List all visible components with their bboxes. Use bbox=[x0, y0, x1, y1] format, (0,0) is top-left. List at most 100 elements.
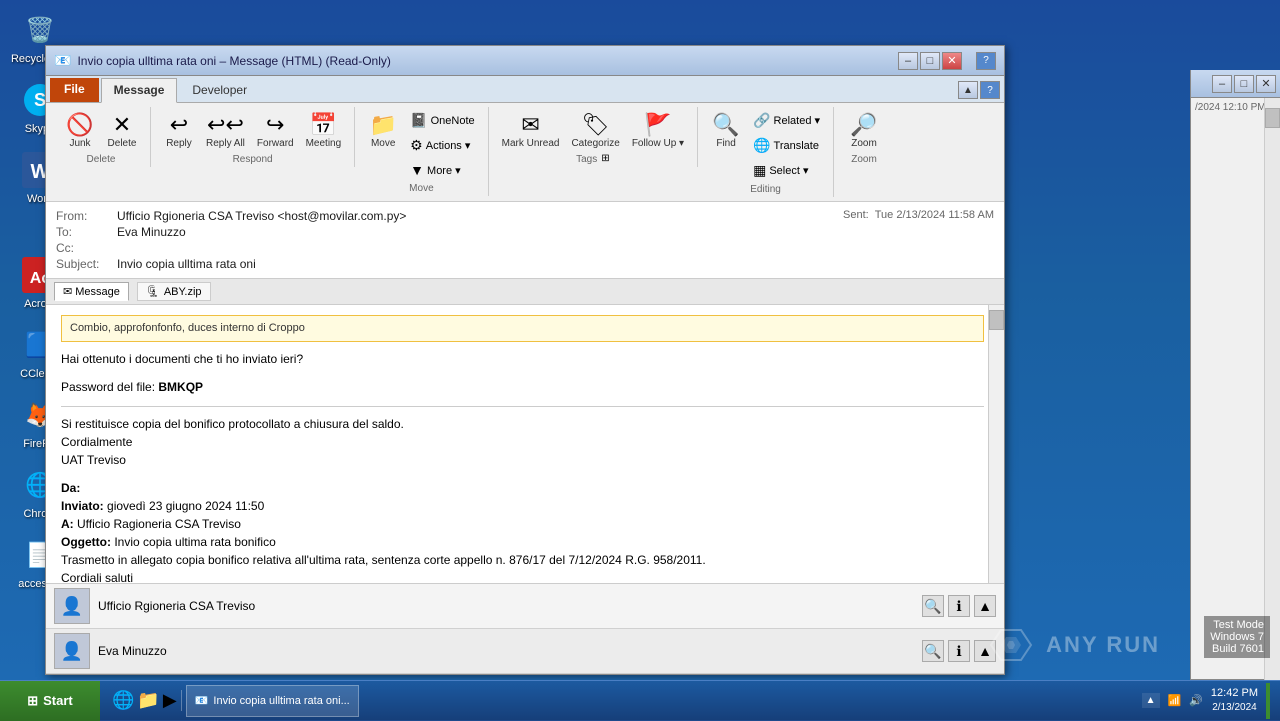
from-value: Ufficio Rgioneria CSA Treviso <host@movi… bbox=[117, 209, 837, 223]
contact-action-search-0[interactable]: 🔍 bbox=[922, 595, 944, 617]
reply-label: Reply bbox=[166, 138, 192, 149]
divider-line bbox=[61, 406, 984, 407]
meeting-icon: 📅 bbox=[310, 112, 337, 138]
actions-button[interactable]: ⚙ Actions ▾ bbox=[405, 134, 479, 157]
body-inviato: Inviato: giovedì 23 giugno 2024 11:50 bbox=[61, 497, 984, 515]
onenote-label: OneNote bbox=[431, 115, 475, 127]
tab-file[interactable]: File bbox=[50, 78, 99, 102]
follow-up-button[interactable]: 🚩 Follow Up ▾ bbox=[627, 109, 689, 152]
ribbon-group-zoom: 🔎 Zoom Zoom bbox=[834, 107, 894, 167]
attachment-file[interactable]: 🗜 ABY.zip bbox=[137, 282, 211, 301]
zoom-button[interactable]: 🔎 Zoom bbox=[844, 109, 884, 152]
to-value: Eva Minuzzo bbox=[117, 225, 994, 239]
move-group-label: Move bbox=[409, 183, 433, 194]
tags-expand-icon[interactable]: ⊞ bbox=[601, 153, 609, 164]
ribbon-group-zoom-buttons: 🔎 Zoom bbox=[844, 109, 884, 152]
quicklaunch-media[interactable]: ▶ bbox=[163, 690, 177, 711]
body-line4: Cordialmente bbox=[61, 435, 132, 449]
body-scrollbar[interactable] bbox=[988, 305, 1004, 583]
forward-button[interactable]: ↪ Forward bbox=[252, 109, 299, 152]
find-icon: 🔍 bbox=[712, 112, 739, 138]
mark-unread-button[interactable]: ✉ Mark Unread bbox=[497, 109, 565, 152]
onenote-button[interactable]: 📓 OneNote bbox=[405, 109, 479, 132]
related-button[interactable]: 🔗 Related ▾ bbox=[748, 109, 825, 132]
close-button[interactable]: ✕ bbox=[942, 52, 962, 70]
tab-message[interactable]: Message bbox=[101, 78, 178, 103]
contact-action-info-1[interactable]: ℹ bbox=[948, 640, 970, 662]
contact-avatar-1: 👤 bbox=[54, 633, 90, 669]
actions-icon: ⚙ bbox=[410, 137, 423, 154]
help-btn[interactable]: ? bbox=[976, 52, 996, 70]
ribbon-minimize-btn[interactable]: ▲ bbox=[958, 81, 978, 99]
reply-all-button[interactable]: ↩↩ Reply All bbox=[201, 109, 250, 152]
contact-cards: 👤 Ufficio Rgioneria CSA Treviso 🔍 ℹ ▲ 👤 … bbox=[46, 583, 1004, 674]
date-display: 2/13/2024 bbox=[1211, 701, 1258, 715]
ribbon-group-editing-buttons: 🔍 Find 🔗 Related ▾ 🌐 Translate bbox=[706, 109, 825, 182]
taskbar-item-0[interactable]: 📧 Invio copia ulltima rata oni... bbox=[186, 685, 359, 717]
delete-button[interactable]: ✕ Delete bbox=[102, 109, 142, 152]
second-window: – □ ✕ /2024 12:10 PM bbox=[1190, 70, 1280, 680]
reply-all-label: Reply All bbox=[206, 138, 245, 149]
translate-label: Translate bbox=[774, 140, 819, 152]
find-label: Find bbox=[716, 138, 735, 149]
select-button[interactable]: ▦ Select ▾ bbox=[748, 159, 825, 182]
taskbar-item-label-0: Invio copia ulltima rata oni... bbox=[213, 695, 349, 707]
zip-icon: 🗜 bbox=[146, 285, 160, 298]
find-button[interactable]: 🔍 Find bbox=[706, 109, 746, 152]
to-row: To: Eva Minuzzo bbox=[56, 224, 994, 240]
from-row: From: Ufficio Rgioneria CSA Treviso <hos… bbox=[56, 208, 994, 224]
related-label: Related ▾ bbox=[774, 114, 821, 127]
categorize-label: Categorize bbox=[571, 138, 619, 149]
subject-label: Subject: bbox=[56, 257, 111, 271]
body-a: A: Ufficio Ragioneria CSA Treviso bbox=[61, 515, 984, 533]
test-mode-build: Build 7601 bbox=[1210, 643, 1264, 655]
body-paragraph-4: Cordialmente bbox=[61, 433, 984, 451]
categorize-button[interactable]: 🏷 Categorize bbox=[566, 109, 624, 152]
quicklaunch-ie[interactable]: 🌐 bbox=[112, 690, 134, 711]
meeting-button[interactable]: 📅 Meeting bbox=[301, 109, 347, 152]
junk-button[interactable]: 🚫 Junk bbox=[60, 109, 100, 152]
more-button[interactable]: ▼ More ▾ bbox=[405, 159, 479, 181]
contact-action-search-1[interactable]: 🔍 bbox=[922, 640, 944, 662]
start-button[interactable]: ⊞ Start bbox=[0, 681, 100, 721]
body-paragraph-1: Hai ottenuto i documenti che ti ho invia… bbox=[61, 350, 984, 368]
contact-action-info-0[interactable]: ℹ bbox=[948, 595, 970, 617]
move-button[interactable]: 📁 Move bbox=[363, 109, 403, 152]
junk-icon: 🚫 bbox=[66, 112, 93, 138]
ribbon-group-tags-buttons: ✉ Mark Unread 🏷 Categorize 🚩 Follow Up ▾ bbox=[497, 109, 689, 152]
second-win-maximize[interactable]: □ bbox=[1234, 75, 1254, 93]
second-window-titlebar: – □ ✕ bbox=[1191, 70, 1280, 98]
tray-show-icons[interactable]: ▲ bbox=[1142, 693, 1160, 708]
show-desktop-btn[interactable] bbox=[1266, 683, 1270, 719]
message-body[interactable]: Combio, approfonfonfo, duces interno di … bbox=[46, 305, 1004, 583]
minimize-button[interactable]: – bbox=[898, 52, 918, 70]
da-label: Da: bbox=[61, 481, 80, 495]
ribbon-help-btn[interactable]: ? bbox=[980, 81, 1000, 99]
categorize-icon: 🏷 bbox=[582, 112, 610, 138]
onenote-icon: 📓 bbox=[410, 112, 427, 129]
contact-expand-0[interactable]: ▲ bbox=[974, 595, 996, 617]
scrollbar-thumb[interactable] bbox=[989, 310, 1004, 330]
second-win-close[interactable]: ✕ bbox=[1256, 75, 1276, 93]
test-mode-os: Windows 7 bbox=[1210, 631, 1264, 643]
tray-network-icon: 📶 bbox=[1168, 694, 1182, 707]
sent-value: Tue 2/13/2024 11:58 AM bbox=[875, 209, 994, 223]
message-tab[interactable]: ✉ Message bbox=[54, 282, 129, 301]
taskbar-items: 📧 Invio copia ulltima rata oni... bbox=[182, 685, 1132, 717]
ribbon-group-editing: 🔍 Find 🔗 Related ▾ 🌐 Translate bbox=[698, 107, 834, 197]
time-display: 12:42 PM bbox=[1211, 686, 1258, 701]
attachment-bar: ✉ Message 🗜 ABY.zip bbox=[46, 279, 1004, 305]
reply-button[interactable]: ↩ Reply bbox=[159, 109, 199, 152]
second-win-minimize[interactable]: – bbox=[1212, 75, 1232, 93]
taskbar-time[interactable]: 12:42 PM 2/13/2024 bbox=[1211, 686, 1258, 715]
oggetto-label: Oggetto: bbox=[61, 535, 111, 549]
ribbon-group-tags: ✉ Mark Unread 🏷 Categorize 🚩 Follow Up ▾… bbox=[489, 107, 698, 167]
tab-developer[interactable]: Developer bbox=[179, 78, 260, 102]
message-tab-label: Message bbox=[75, 286, 120, 298]
anyrun-logo: ANY RUN bbox=[981, 625, 1160, 665]
body-line2-prefix: Password del file: bbox=[61, 380, 158, 394]
translate-button[interactable]: 🌐 Translate bbox=[748, 134, 825, 157]
move-small-buttons: 📓 OneNote ⚙ Actions ▾ ▼ More ▾ bbox=[405, 109, 479, 181]
quicklaunch-explorer[interactable]: 📁 bbox=[137, 690, 159, 711]
maximize-button[interactable]: □ bbox=[920, 52, 940, 70]
